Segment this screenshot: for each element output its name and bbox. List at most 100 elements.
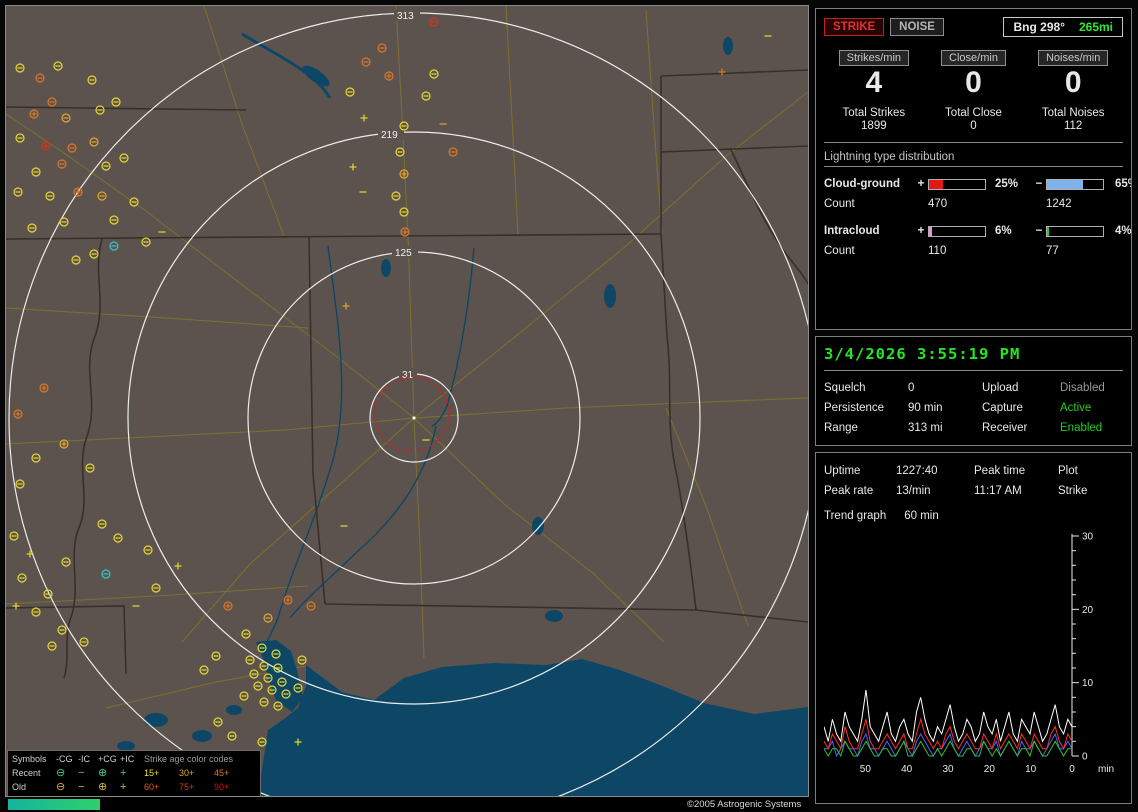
svg-text:50: 50	[860, 764, 872, 775]
nexstorm-window: 313 219 125 31 Symbols -CG -IC +CG +IC S…	[0, 0, 1138, 812]
bearing-range-display: Bng 298° 265mi	[1003, 17, 1123, 37]
peak-rate-value: 13/min	[896, 485, 931, 497]
svg-text:20: 20	[984, 764, 996, 775]
range-setting-value: 313 mi	[908, 422, 943, 434]
ic-pos-pct: 6%	[995, 225, 1012, 237]
plus-sign: +	[917, 178, 925, 190]
squelch-value: 0	[908, 382, 915, 394]
settings-panel: 3/4/2026 3:55:19 PM Squelch 0 Upload Dis…	[815, 336, 1132, 446]
age-60: 60+	[144, 782, 160, 792]
cg-pos-bar	[928, 178, 986, 190]
intracloud-label: Intracloud	[824, 225, 880, 237]
upload-label: Upload	[982, 382, 1019, 394]
minus-sign: −	[1035, 225, 1043, 237]
capture-value: Active	[1060, 402, 1092, 414]
receiver-location-marker	[412, 416, 416, 420]
cg-neg-pct: 65%	[1115, 178, 1131, 190]
uptime-value: 1227:40	[896, 465, 938, 477]
ic-neg-bar	[1046, 225, 1104, 237]
svg-text:20: 20	[1082, 605, 1094, 616]
range-value: 265mi	[1078, 20, 1113, 34]
bottom-status-bar: ©2005 Astrogenic Systems	[5, 798, 809, 811]
upload-value: Disabled	[1060, 382, 1105, 394]
noises-per-min-label: Noises/min	[1037, 50, 1109, 66]
ic-plus-icon: +	[120, 766, 127, 779]
cg-neg-count: 1242	[1046, 198, 1072, 210]
lightning-map[interactable]: 313 219 125 31 Symbols -CG -IC +CG +IC S…	[5, 5, 809, 797]
cg-minus-icon: ⊖	[56, 766, 66, 779]
cg-pos-count: 470	[928, 198, 948, 210]
bearing-value: Bng 298°	[1013, 20, 1065, 34]
ring-label-125: 125	[395, 248, 412, 259]
ic-neg-pct: 4%	[1115, 225, 1132, 237]
svg-text:30: 30	[1082, 532, 1094, 543]
plot-label: Plot	[1058, 465, 1078, 477]
svg-text:0: 0	[1069, 764, 1075, 775]
noises-per-min-value: 0	[1064, 66, 1082, 99]
cloud-ground-label: Cloud-ground	[824, 178, 901, 190]
age-90: 90+	[214, 782, 230, 792]
uptime-label: Uptime	[824, 465, 861, 477]
trend-graph-window: 60 min	[904, 510, 939, 522]
cg-neg-bar	[1046, 178, 1104, 190]
receiver-value: Enabled	[1060, 422, 1103, 434]
ic-neg-count: 77	[1046, 245, 1059, 257]
trend-panel: Uptime 1227:40 Peak time Plot Peak rate …	[815, 452, 1132, 804]
age-30: 30+	[179, 768, 195, 778]
persistence-value: 90 min	[908, 402, 943, 414]
svg-text:30: 30	[942, 764, 954, 775]
close-per-min-value: 0	[965, 66, 982, 99]
statistics-panel: STRIKE NOISE Bng 298° 265mi Strikes/min …	[815, 8, 1132, 330]
peak-rate-label: Peak rate	[824, 485, 874, 497]
datetime-display: 3/4/2026 3:55:19 PM	[824, 345, 1021, 363]
signal-level-indicator	[8, 799, 100, 810]
total-noises-value: 112	[1063, 120, 1083, 132]
ic-pos-count: 110	[928, 245, 947, 257]
total-close-label: Total Close	[945, 107, 1002, 119]
cg-plus-icon: ⊕	[98, 780, 108, 793]
legend-old-label: Old	[12, 782, 27, 792]
legend-symbols-header: Symbols	[12, 754, 47, 764]
legend-col-ic-pos: +IC	[120, 754, 135, 764]
trend-graph: 0 10 20 30 50 40 30 20 10 0 min	[824, 532, 1114, 775]
total-noises-label: Total Noises	[1041, 107, 1105, 119]
minus-sign: −	[1035, 178, 1043, 190]
map-legend: Symbols -CG -IC +CG +IC Strike age color…	[7, 750, 261, 796]
total-strikes-label: Total Strikes	[842, 107, 906, 119]
total-close-value: 0	[970, 120, 977, 132]
legend-col-cg-neg: -CG	[56, 754, 73, 764]
squelch-label: Squelch	[824, 382, 866, 394]
cg-plus-icon: ⊕	[98, 766, 108, 779]
svg-text:0: 0	[1082, 752, 1088, 763]
capture-label: Capture	[982, 402, 1023, 414]
ic-minus-icon: −	[78, 766, 85, 779]
ring-label-313: 313	[397, 11, 414, 22]
strikes-per-min-value: 4	[865, 66, 883, 99]
svg-text:40: 40	[901, 764, 913, 775]
ic-plus-icon: +	[120, 780, 127, 793]
receiver-label: Receiver	[982, 422, 1028, 434]
trend-graph-label: Trend graph	[824, 510, 887, 522]
strikes-per-min-label: Strikes/min	[838, 50, 910, 66]
plot-value: Strike	[1058, 485, 1088, 497]
svg-text:min: min	[1098, 764, 1114, 775]
noise-button[interactable]: NOISE	[890, 18, 944, 36]
map-canvas: 313 219 125 31	[6, 6, 808, 796]
age-75: 75+	[179, 782, 195, 792]
strike-button[interactable]: STRIKE	[824, 18, 885, 36]
ic-minus-icon: −	[78, 780, 85, 793]
range-label: Range	[824, 422, 858, 434]
close-per-min-label: Close/min	[941, 50, 1006, 66]
ring-label-31: 31	[402, 370, 414, 381]
persistence-label: Persistence	[824, 402, 885, 414]
distribution-title: Lightning type distribution	[824, 151, 955, 163]
legend-col-ic-neg: -IC	[78, 754, 90, 764]
peak-time-label: Peak time	[974, 465, 1026, 477]
svg-text:10: 10	[1082, 678, 1094, 689]
age-45: 45+	[214, 768, 230, 778]
age-15: 15+	[144, 768, 160, 778]
ic-count-label: Count	[824, 245, 855, 257]
legend-col-cg-pos: +CG	[98, 754, 117, 764]
cg-minus-icon: ⊖	[56, 780, 66, 793]
svg-text:10: 10	[1025, 764, 1037, 775]
